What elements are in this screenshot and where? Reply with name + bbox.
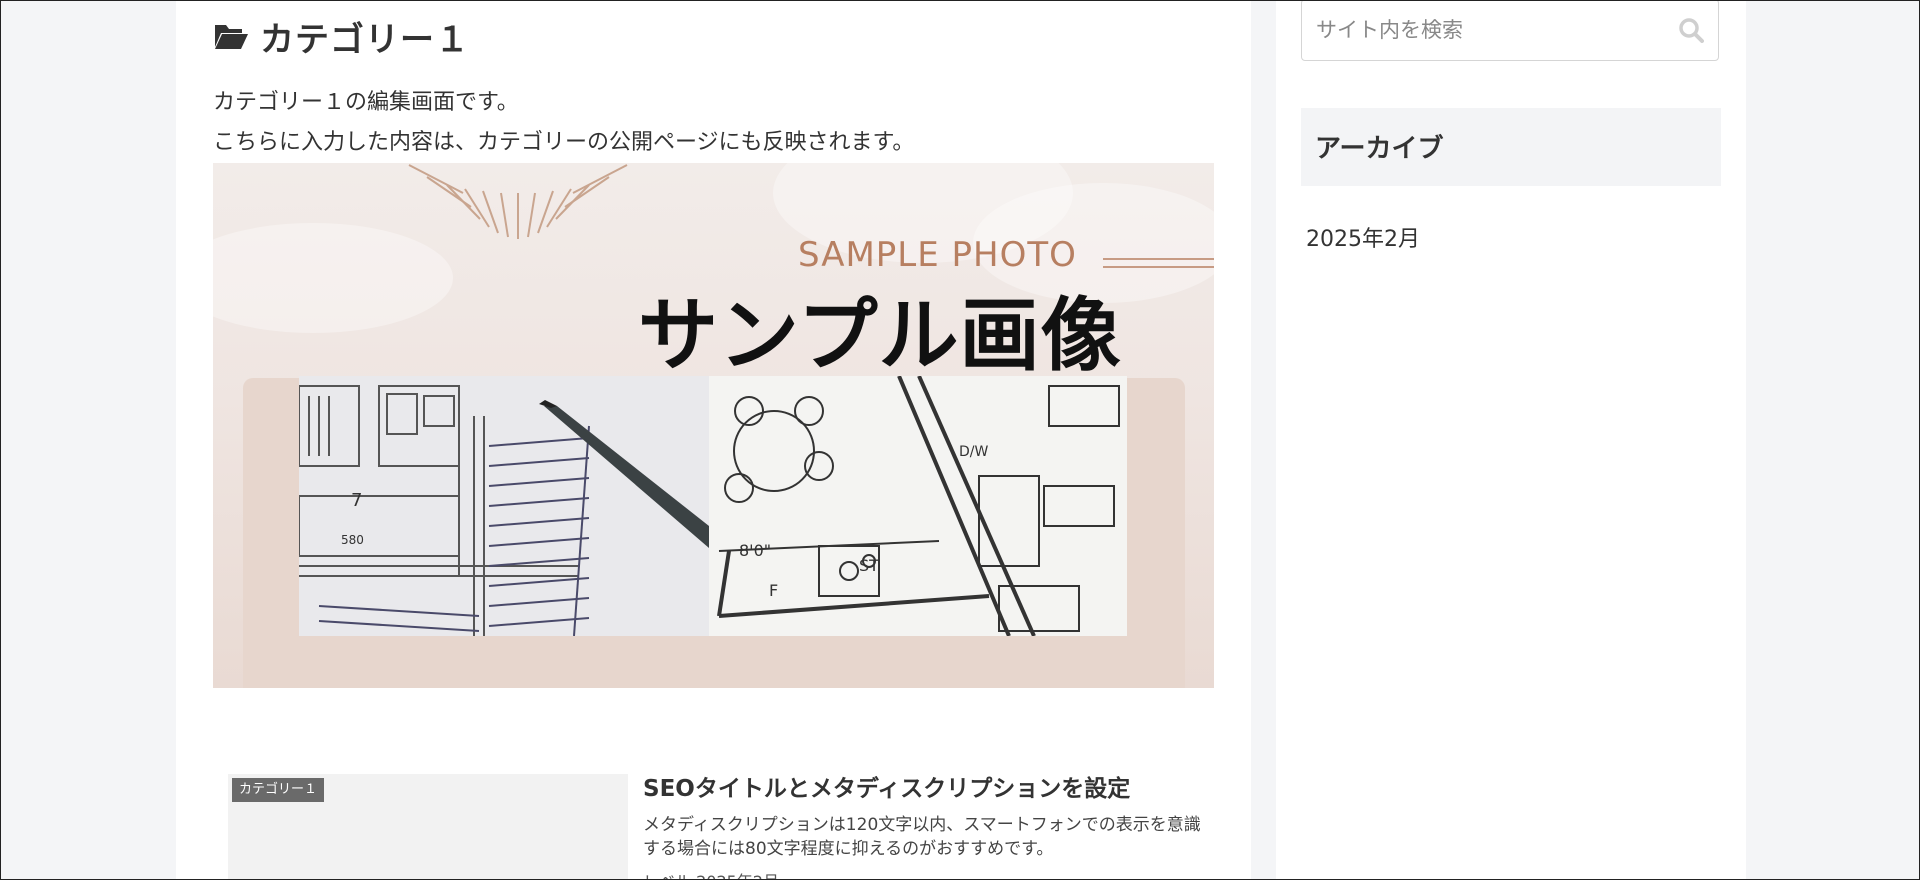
svg-text:580: 580 bbox=[341, 533, 364, 547]
leaf-shadow bbox=[213, 223, 453, 333]
description-line: カテゴリー１の編集画面です。 bbox=[213, 90, 519, 115]
page-frame: カテゴリー１ カテゴリー１の編集画面です。 こちらに入力した内容は、カテゴリーの… bbox=[0, 0, 1920, 880]
category-header: カテゴリー１ bbox=[213, 15, 470, 60]
svg-text:F: F bbox=[769, 581, 778, 600]
archive-heading: アーカイブ bbox=[1315, 134, 1444, 164]
search-icon[interactable] bbox=[1678, 17, 1704, 43]
svg-text:ST: ST bbox=[859, 556, 879, 575]
svg-text:D/W: D/W bbox=[959, 444, 988, 460]
sidebar: アーカイブ 2025年2月 bbox=[1276, 1, 1746, 879]
decorative-lines bbox=[1103, 258, 1214, 268]
archive-link[interactable]: 2025年2月 bbox=[1306, 221, 1420, 253]
category-description: カテゴリー１の編集画面です。 こちらに入力した内容は、カテゴリーの公開ページにも… bbox=[213, 83, 914, 163]
article-snippet: メタディスクリプションは120文字以内、スマートフォンでの表示を意識する場合には… bbox=[643, 815, 1201, 859]
blueprint-photo: 7 580 D/W 8'0" F ST bbox=[299, 376, 1127, 636]
article-card[interactable]: カテゴリー１ SEOタイトルとメタディスクリプションを設定 メタディスクリプショ… bbox=[228, 774, 1208, 879]
sample-image-heading: サンプル画像 bbox=[638, 289, 1122, 382]
page-title: カテゴリー１ bbox=[260, 19, 470, 60]
archive-widget-header: アーカイブ bbox=[1301, 108, 1721, 186]
article-title[interactable]: SEOタイトルとメタディスクリプションを設定 bbox=[643, 774, 1130, 804]
svg-text:8'0": 8'0" bbox=[739, 541, 771, 560]
article-meta: レベル 2025年2月… bbox=[643, 872, 795, 879]
blueprint-drawing: 7 580 D/W 8'0" F ST bbox=[299, 376, 1127, 636]
article-thumbnail[interactable]: カテゴリー１ bbox=[228, 774, 628, 879]
search-box bbox=[1301, 1, 1719, 61]
category-badge[interactable]: カテゴリー１ bbox=[232, 778, 325, 802]
main-content: カテゴリー１ カテゴリー１の編集画面です。 こちらに入力した内容は、カテゴリーの… bbox=[176, 1, 1251, 879]
sample-hero-image: SAMPLE PHOTO サンプル画像 7 580 D/W 8'0" F ST bbox=[213, 163, 1214, 688]
sunburst-decoration bbox=[408, 164, 628, 239]
svg-text:7: 7 bbox=[351, 490, 362, 511]
sample-photo-label: SAMPLE PHOTO bbox=[798, 235, 1077, 275]
folder-open-icon bbox=[215, 25, 248, 49]
search-input[interactable] bbox=[1314, 8, 1678, 52]
description-line: こちらに入力した内容は、カテゴリーの公開ページにも反映されます。 bbox=[213, 130, 915, 155]
